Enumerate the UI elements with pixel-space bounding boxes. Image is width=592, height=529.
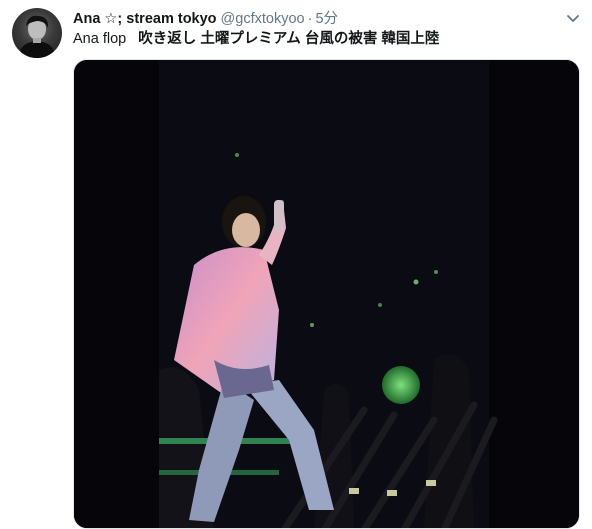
tweet-text-tags[interactable]: 吹き返し 土曜プレミアム 台風の被害 韓国上陸 — [138, 31, 439, 47]
chevron-down-icon[interactable] — [565, 10, 581, 26]
avatar[interactable] — [12, 8, 62, 58]
tweet-text-lead: Ana flop — [73, 31, 139, 47]
separator-dot: · — [307, 11, 313, 27]
video-still — [74, 60, 579, 528]
tweet-text: Ana flop 吹き返し 土曜プレミアム 台風の被害 韓国上陸 — [73, 29, 439, 49]
display-name[interactable]: Ana ☆; stream tokyo — [73, 11, 217, 27]
user-handle[interactable]: @gcfxtokyoo — [221, 11, 305, 27]
tweet-header: Ana ☆; stream tokyo @gcfxtokyoo · 5分 — [73, 9, 338, 29]
timestamp[interactable]: 5分 — [315, 11, 338, 27]
tweet-card[interactable]: Ana ☆; stream tokyo @gcfxtokyoo · 5分 Ana fl… — [0, 0, 592, 529]
tweet-media-video[interactable] — [73, 59, 580, 529]
